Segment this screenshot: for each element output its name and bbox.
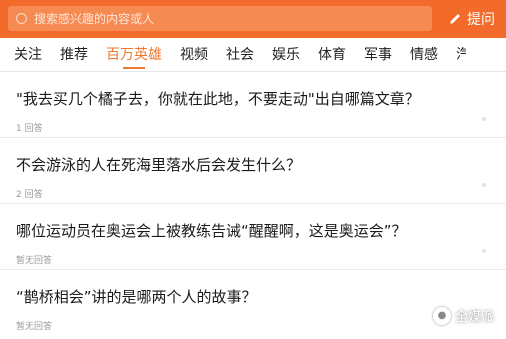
list-item[interactable]: 不会游泳的人在死海里落水后会发生什么？ 2 回答 bbox=[0, 138, 506, 204]
tab-auto[interactable]: 汽 bbox=[456, 38, 466, 72]
question-title[interactable]: 哪位运动员在奥运会上被教练告诫“醒醒啊，这是奥运会”？ bbox=[16, 220, 490, 241]
more-dot bbox=[482, 117, 486, 121]
tab-sports[interactable]: 体育 bbox=[318, 38, 346, 72]
tab-follow[interactable]: 关注 bbox=[14, 38, 42, 72]
pencil-icon bbox=[450, 13, 460, 24]
tab-million-heroes[interactable]: 百万英雄 bbox=[106, 38, 162, 72]
answer-count: 1 回答 bbox=[16, 124, 43, 134]
top-bar: 搜索感兴趣的内容或人 提问 bbox=[0, 0, 506, 38]
tab-military[interactable]: 军事 bbox=[364, 38, 392, 72]
category-tabs: 关注 推荐 百万英雄 视频 社会 娱乐 体育 军事 情感 汽 bbox=[0, 38, 506, 72]
search-placeholder: 搜索感兴趣的内容或人 bbox=[34, 12, 155, 26]
ask-button-label: 提问 bbox=[467, 11, 495, 28]
question-title[interactable]: 不会游泳的人在死海里落水后会发生什么？ bbox=[16, 154, 490, 175]
watermark: ● 全媒派 bbox=[432, 306, 494, 325]
answer-count: 暂无回答 bbox=[16, 256, 53, 266]
more-dot bbox=[482, 183, 486, 187]
list-item[interactable]: “鹊桥相会”讲的是哪两个人的故事？ 暂无回答 bbox=[0, 270, 506, 336]
more-dot bbox=[482, 249, 486, 253]
tab-society[interactable]: 社会 bbox=[226, 38, 254, 72]
tab-recommend[interactable]: 推荐 bbox=[60, 38, 88, 72]
search-input[interactable]: 搜索感兴趣的内容或人 bbox=[8, 6, 432, 31]
question-title[interactable]: “鹊桥相会”讲的是哪两个人的故事？ bbox=[16, 286, 490, 307]
question-list: "我去买几个橘子去，你就在此地，不要走动"出自哪篇文章？ 1 回答 不会游泳的人… bbox=[0, 72, 506, 336]
tab-video[interactable]: 视频 bbox=[180, 38, 208, 72]
answer-count: 暂无回答 bbox=[16, 322, 53, 332]
wechat-logo-icon: ● bbox=[432, 306, 451, 325]
list-item[interactable]: "我去买几个橘子去，你就在此地，不要走动"出自哪篇文章？ 1 回答 bbox=[0, 72, 506, 138]
question-title[interactable]: "我去买几个橘子去，你就在此地，不要走动"出自哪篇文章？ bbox=[16, 88, 490, 109]
ask-question-button[interactable]: 提问 bbox=[440, 6, 502, 31]
watermark-text: 全媒派 bbox=[454, 310, 494, 325]
answer-count: 2 回答 bbox=[16, 190, 43, 200]
search-icon bbox=[16, 13, 27, 24]
tab-entertainment[interactable]: 娱乐 bbox=[272, 38, 300, 72]
tab-emotion[interactable]: 情感 bbox=[410, 38, 438, 72]
list-item[interactable]: 哪位运动员在奥运会上被教练告诫“醒醒啊，这是奥运会”？ 暂无回答 bbox=[0, 204, 506, 270]
